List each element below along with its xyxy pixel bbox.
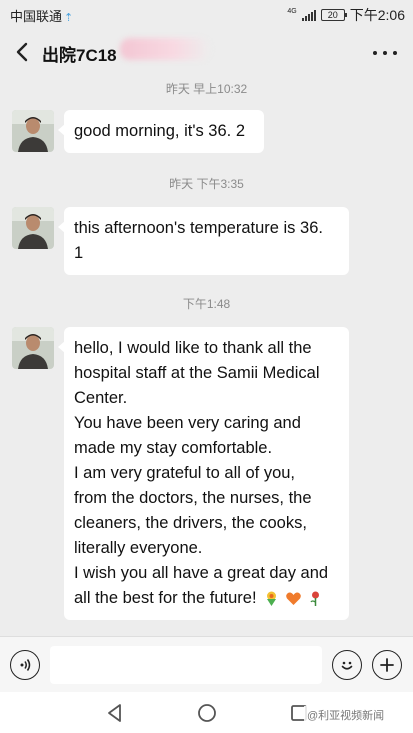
more-functions-button[interactable] bbox=[372, 650, 402, 680]
voice-button[interactable] bbox=[10, 650, 40, 680]
message-line-text: all the best for the future! bbox=[74, 589, 257, 607]
avatar[interactable] bbox=[12, 327, 54, 369]
back-button[interactable] bbox=[10, 38, 34, 66]
status-bar: 中国联通 ⇡ 4G 20 下午2:06 bbox=[0, 0, 413, 28]
message-line: all the best for the future! bbox=[74, 586, 339, 611]
message-line: You have been very caring and bbox=[74, 414, 301, 432]
chat-header: 出院7C18 bbox=[0, 28, 413, 76]
smiley-icon bbox=[341, 661, 353, 670]
emoji-button[interactable] bbox=[332, 650, 362, 680]
chat-title: 出院7C18 bbox=[42, 46, 117, 65]
status-indicators: 4G 20 下午2:06 bbox=[287, 5, 405, 25]
redacted-name-blur bbox=[120, 38, 210, 60]
message-bubble[interactable]: this afternoon's temperature is 36. 1 bbox=[58, 207, 349, 275]
system-nav-bar: @利亚视频新闻 bbox=[0, 692, 413, 733]
carrier: 中国联通 ⇡ bbox=[10, 6, 73, 25]
avatar-photo-icon bbox=[12, 110, 54, 152]
battery-icon: 20 bbox=[320, 9, 347, 21]
message-timestamp: 昨天 下午3:35 bbox=[169, 177, 244, 191]
message-line: from the doctors, the nurses, the bbox=[74, 489, 312, 507]
more-button[interactable] bbox=[373, 45, 397, 61]
avatar[interactable] bbox=[12, 110, 54, 152]
nav-home-button[interactable] bbox=[196, 702, 218, 724]
emoji-row bbox=[263, 590, 324, 607]
avatar[interactable] bbox=[12, 207, 54, 249]
message-line: made my stay comfortable. bbox=[74, 439, 273, 457]
more-dot bbox=[393, 51, 397, 55]
heart-icon bbox=[285, 590, 302, 607]
message-line: 1 bbox=[74, 244, 84, 262]
wifi-calling-icon: ⇡ bbox=[64, 12, 74, 24]
avatar-photo-icon bbox=[12, 207, 54, 249]
network-type: 4G bbox=[287, 7, 297, 15]
status-time: 下午2:06 bbox=[349, 7, 405, 23]
input-bar bbox=[0, 636, 413, 692]
watermark: @利亚视频新闻 bbox=[304, 706, 388, 724]
message-bubble[interactable]: good morning, it's 36. 2 bbox=[58, 110, 264, 153]
avatar-photo-icon bbox=[12, 327, 54, 369]
message-line: I wish you all have a great day and bbox=[74, 564, 329, 582]
message-line: hello, I would like to thank all the bbox=[74, 339, 312, 357]
message-line: cleaners, the drivers, the cooks, bbox=[74, 514, 307, 532]
message-line: hospital staff at the Samii Medical bbox=[74, 364, 320, 382]
message-line: literally everyone. bbox=[74, 539, 203, 557]
rose-icon bbox=[307, 590, 324, 607]
chevron-left-icon bbox=[16, 42, 28, 62]
circle-home-icon bbox=[198, 704, 216, 722]
more-dot bbox=[383, 51, 387, 55]
message-line: Center. bbox=[74, 389, 128, 407]
voice-icon bbox=[20, 659, 31, 671]
signal-icon bbox=[301, 9, 316, 21]
message-bubble[interactable]: hello, I would like to thank all the hos… bbox=[58, 327, 349, 620]
plus-icon bbox=[380, 658, 394, 672]
carrier-name: 中国联通 bbox=[10, 9, 63, 24]
battery-level: 20 bbox=[327, 10, 338, 20]
message-timestamp: 昨天 早上10:32 bbox=[165, 82, 248, 96]
message-line: this afternoon's temperature is 36. bbox=[74, 219, 323, 237]
message-text: good morning, it's 36. 2 bbox=[74, 122, 246, 140]
nav-back-button[interactable] bbox=[104, 702, 126, 724]
message-line: I am very grateful to all of you, bbox=[74, 464, 296, 482]
bouquet-icon bbox=[263, 590, 280, 607]
more-dots-icon bbox=[373, 51, 377, 55]
message-timestamp: 下午1:48 bbox=[182, 297, 231, 311]
triangle-back-icon bbox=[108, 704, 121, 722]
message-input[interactable] bbox=[50, 646, 322, 684]
